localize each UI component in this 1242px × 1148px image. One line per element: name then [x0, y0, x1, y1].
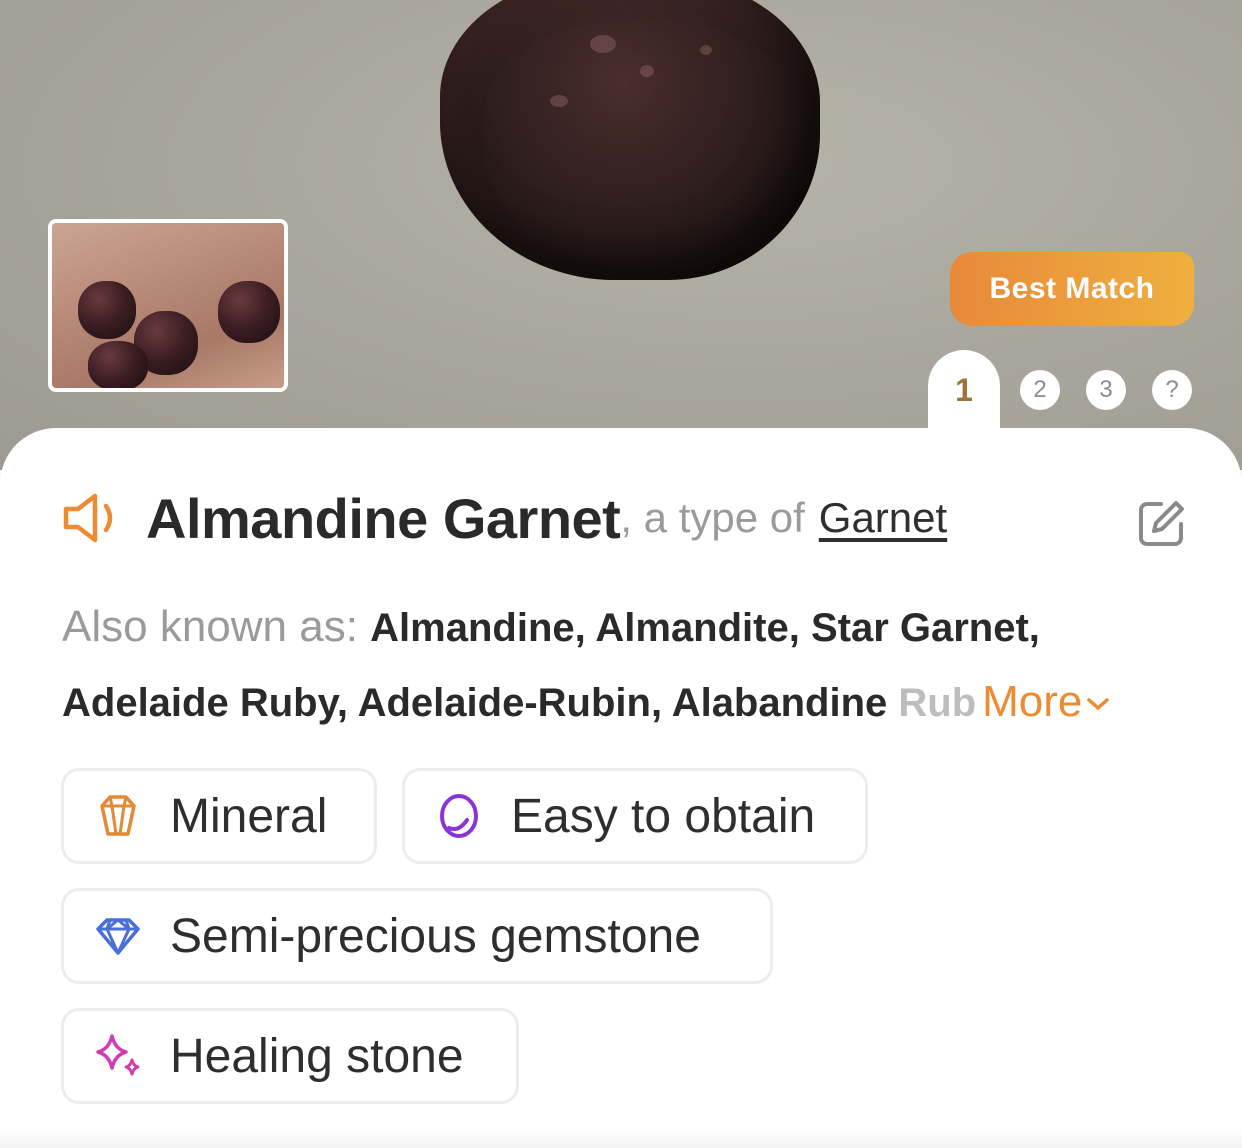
- parent-type-link[interactable]: Garnet: [819, 494, 947, 542]
- tag-label: Easy to obtain: [511, 789, 816, 843]
- tag-easy-to-obtain[interactable]: Easy to obtain: [402, 768, 868, 864]
- tag-mineral[interactable]: Mineral: [61, 768, 377, 864]
- tag-semi-precious-gemstone[interactable]: Semi-precious gemstone: [61, 888, 773, 984]
- tag-label: Semi-precious gemstone: [170, 909, 701, 963]
- tab-result-2[interactable]: 2: [1020, 370, 1060, 410]
- chevron-down-icon: [1087, 698, 1110, 711]
- ring-icon: [440, 794, 478, 838]
- speaker-icon[interactable]: [62, 490, 128, 546]
- aka-label: Also known as:: [62, 602, 371, 651]
- user-photo-thumbnail[interactable]: [48, 219, 288, 392]
- card-bottom-fade: [0, 1128, 1242, 1148]
- aka-names-line1: Almandine, Almandite, Star Garnet,: [370, 606, 1040, 650]
- result-pager: 1 2 3 ?: [920, 350, 1220, 442]
- tag-label: Healing stone: [170, 1029, 464, 1083]
- aka-names-faded: Rub: [898, 681, 977, 725]
- also-known-as: Also known as: Almandine, Almandite, Sta…: [62, 590, 1192, 740]
- sparkle-icon: [96, 1034, 140, 1076]
- tab-result-3[interactable]: 3: [1086, 370, 1126, 410]
- best-match-badge: Best Match: [950, 252, 1194, 326]
- tab-result-unknown[interactable]: ?: [1152, 370, 1192, 410]
- diamond-icon: [96, 918, 140, 955]
- tag-label: Mineral: [170, 789, 328, 843]
- specimen-name: Almandine Garnet: [146, 486, 621, 550]
- stone-image: [440, 0, 820, 280]
- aka-names-line2: Adelaide Ruby, Adelaide-Rubin, Alabandin…: [62, 681, 899, 725]
- more-button[interactable]: More: [982, 677, 1112, 726]
- crystal-icon: [100, 795, 136, 836]
- more-label: More: [982, 677, 1083, 726]
- result-title: Almandine Garnet , a type of Garnet: [62, 483, 947, 553]
- tag-healing-stone[interactable]: Healing stone: [61, 1008, 519, 1104]
- edit-icon[interactable]: [1136, 497, 1188, 549]
- type-prefix: , a type of: [620, 494, 805, 541]
